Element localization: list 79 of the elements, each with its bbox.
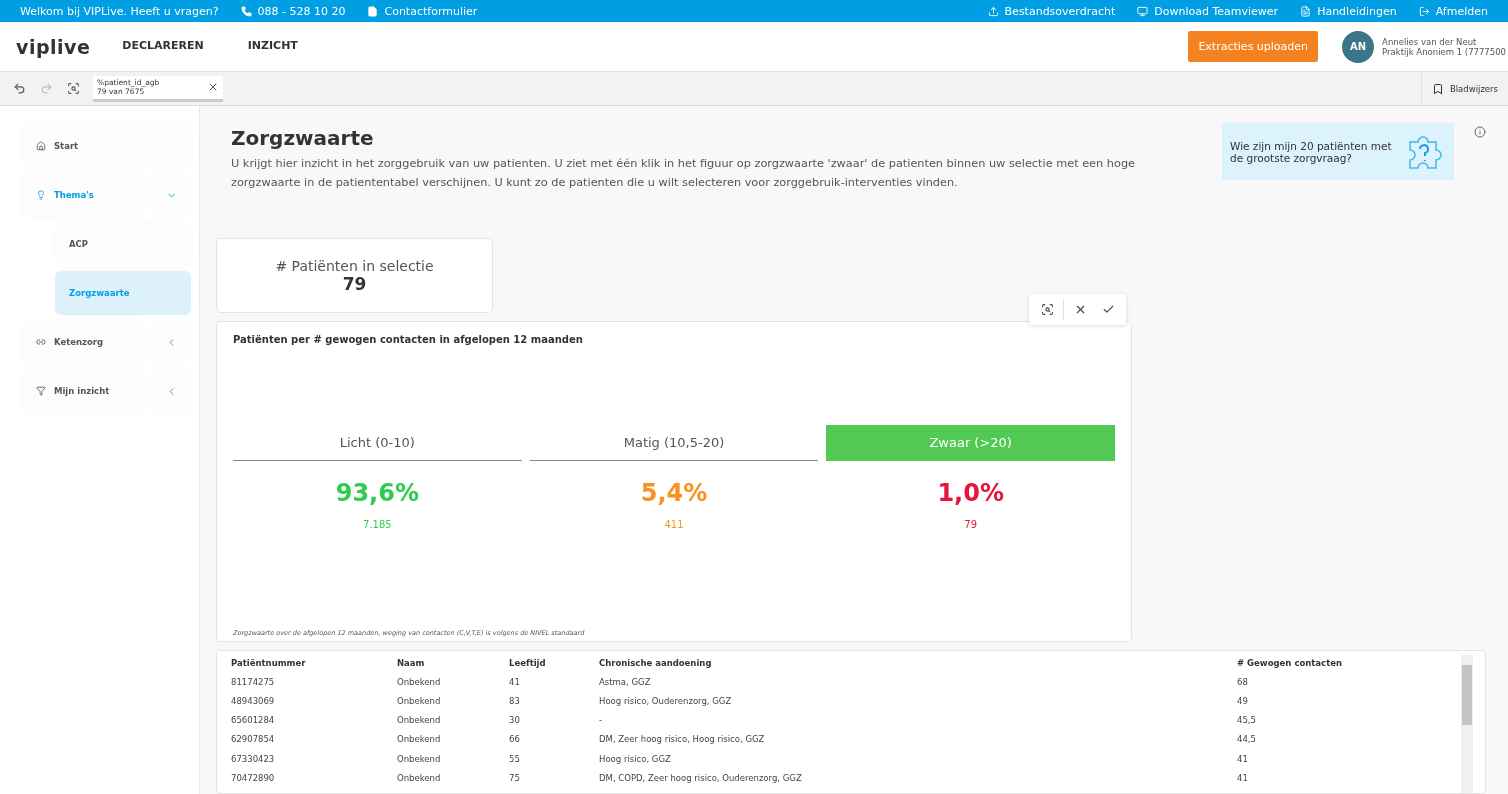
sidebar-label: Start [54, 141, 79, 151]
scrollbar[interactable] [1461, 655, 1473, 793]
table-cell-text: 81174275 [231, 676, 276, 687]
help-tile[interactable]: Wie zijn mijn 20 patiënten met de grootste zorgvraag? [1222, 123, 1454, 180]
category-button[interactable]: Matig (10,5-20) [529, 425, 819, 461]
table-cell-text: Onbekend [397, 676, 442, 687]
table-cell-text: DM, COPD, Zeer hoog risico, Ouderenzorg, GGZ [599, 772, 803, 783]
kpi-value: 79 [342, 273, 367, 294]
table-cell-text: 75 [509, 772, 521, 783]
table-cell-text: 30 [509, 715, 521, 726]
avatar[interactable]: AN [1342, 30, 1375, 63]
table-cell-text: Hoog risico, Ouderenzorg, GGZ [599, 695, 733, 706]
sidebar-label: Ketenzorg [54, 337, 104, 347]
table-cell-text: 68 [1237, 676, 1249, 687]
table-cell-text: 49 [1237, 695, 1249, 706]
lasso-icon[interactable] [1040, 303, 1054, 316]
table-cell-text: 48943069 [231, 695, 276, 706]
table-cell-text: Onbekend [397, 772, 442, 783]
document-icon [367, 5, 379, 17]
table-cell-text: Hoog risico, GGZ [599, 753, 672, 764]
column-header[interactable]: Leeftijd [509, 657, 599, 668]
table-cell-text: 66 [509, 734, 521, 745]
table-cell-text: 65601284 [231, 715, 276, 726]
table-cell-text: - [599, 715, 604, 726]
sidebar-label: Mijn inzicht [54, 386, 110, 396]
monitor-icon [1137, 5, 1149, 17]
table-cell-text: 55 [509, 753, 521, 764]
category-count: 7.185 [363, 519, 392, 530]
logout-icon [1418, 5, 1430, 17]
table-cell-text: DM, Zeer hoog risico, Hoog risico, GGZ [599, 734, 766, 745]
document-icon [1300, 5, 1312, 17]
category-percent: 93,6% [335, 479, 419, 507]
kpi-label: # Patiënten in selectie [275, 257, 434, 274]
nav-link[interactable]: DECLAREREN [122, 35, 204, 58]
bookmarks-button[interactable]: Bladwijzers [1420, 72, 1508, 105]
table-cell-text: Onbekend [397, 753, 442, 764]
column-header[interactable]: Naam [397, 657, 509, 668]
table-cell-text: 44,5 [1237, 734, 1257, 745]
column-header[interactable]: Patiëntnummer [231, 657, 397, 668]
lightbulb-icon [36, 190, 46, 200]
table-cell-text: 41 [1237, 772, 1249, 783]
close-icon[interactable] [207, 81, 219, 93]
category-percent: 1,0% [937, 479, 1004, 507]
nav-link[interactable]: INZICHT [247, 35, 298, 58]
confirm-icon[interactable] [1101, 303, 1115, 316]
category-percent: 5,4% [640, 479, 708, 507]
welcome-text: Welkom bij VIPLive. Heeft u vragen? [20, 4, 219, 18]
table-cell-text: 83 [509, 695, 521, 706]
table-cell-text: Onbekend [397, 715, 442, 726]
column-header[interactable]: # Gewogen contacten [1237, 657, 1437, 668]
bookmark-icon [1431, 82, 1444, 95]
table-cell-text: 70472890 [231, 772, 276, 783]
phone-icon [240, 5, 252, 17]
user-name: Annelies van der Neut [1382, 36, 1478, 47]
table-cell-text: Onbekend [397, 734, 442, 745]
home-icon [36, 141, 46, 151]
page-description: U krijgt hier inzicht in het zorggebruik van uw patienten. U ziet met één klik in het figuur op zorgzwaarte 'zwaar' de patienten binnen uw selectie met een hoge zorgzwaarte in de patiententabel verschijnen. U kunt zo de patienten die u wilt selecteren voor zorggebruik-interventies vinden. [231, 156, 1136, 191]
category-count: 411 [664, 519, 684, 530]
sidebar-label: Thema's [54, 190, 94, 200]
info-icon[interactable] [1474, 126, 1486, 138]
link-icon [36, 337, 46, 347]
upload-icon [987, 5, 999, 17]
practice-name: Praktijk Anoniem 1 (7777500 [1382, 46, 1506, 57]
table-cell-text: 62907854 [231, 734, 276, 745]
table-cell-text: 41 [509, 676, 521, 687]
filter-icon [36, 386, 46, 396]
undo-icon[interactable] [13, 82, 26, 95]
chart-title: Patiënten per # gewogen contacten in afgelopen 12 maanden [233, 334, 584, 345]
table-cell-text: Onbekend [397, 695, 442, 706]
category-button[interactable]: Licht (0-10) [233, 425, 522, 461]
table-cell-text: 45,5 [1237, 715, 1257, 726]
page-title: Zorgzwaarte [231, 126, 375, 150]
clear-selections-icon[interactable] [67, 82, 80, 95]
category-count: 79 [964, 519, 978, 530]
column-header[interactable]: Chronische aandoening [599, 657, 1237, 668]
logo[interactable]: viplive [16, 35, 91, 58]
table-cell-text: 41 [1237, 753, 1249, 764]
table-cell-text: Astma, GGZ [599, 676, 652, 687]
table-cell-text: 67330423 [231, 753, 276, 764]
